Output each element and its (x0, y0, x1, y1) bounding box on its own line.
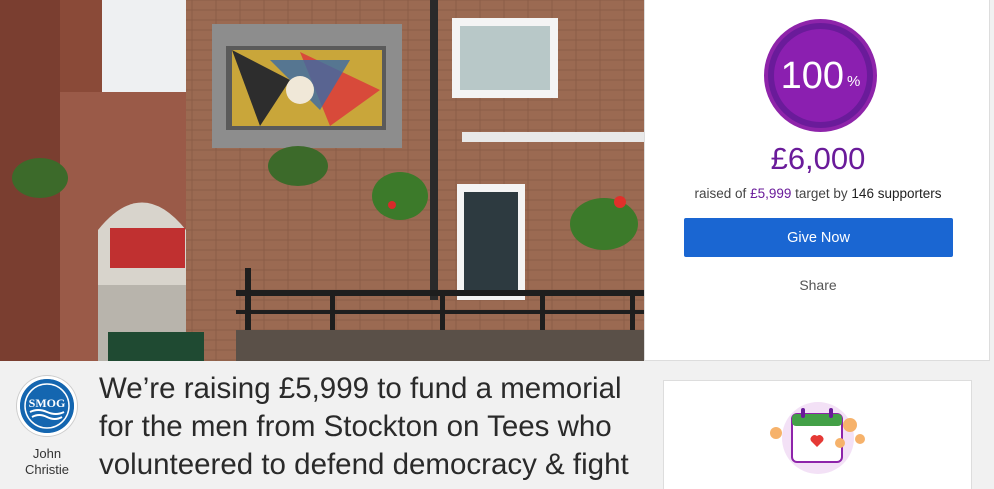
fundraiser-page: 100 % £6,000 raised of £5,999 target by … (0, 0, 994, 489)
target-word: target by (795, 186, 848, 201)
give-now-button[interactable]: Give Now (684, 218, 953, 257)
target-amount: £5,999 (750, 186, 792, 201)
owner-name[interactable]: John Christie (14, 446, 80, 478)
raised-summary: raised of £5,999 target by 146 supporter… (645, 186, 991, 201)
avatar[interactable]: SMOG (17, 376, 77, 436)
fundraiser-owner: SMOG John Christie (14, 376, 80, 478)
owner-first-name: John (32, 446, 62, 461)
progress-percent: 100 % (774, 29, 867, 122)
percent-value: 100 (780, 54, 845, 97)
smog-logo-icon: SMOG (20, 379, 74, 433)
raised-prefix: raised of (694, 186, 747, 201)
progress-ring: 100 % (764, 19, 877, 132)
calendar-heart-icon (770, 402, 865, 474)
side-info-card (663, 380, 972, 489)
title-line-1: We’re raising £5,999 to fund a memorial (99, 372, 622, 405)
building-photo (0, 0, 644, 361)
share-link[interactable]: Share (645, 277, 991, 293)
donation-card: 100 % £6,000 raised of £5,999 target by … (644, 0, 990, 361)
amount-raised: £6,000 (770, 141, 866, 176)
title-line-3: volunteered to defend democracy & fight (99, 448, 629, 481)
percent-sign: % (847, 73, 861, 90)
logo-text: SMOG (29, 396, 66, 410)
supporter-count: 146 supporters (851, 186, 942, 201)
hero-photo (0, 0, 644, 361)
title-line-2: for the men from Stockton on Tees who (99, 410, 612, 443)
page-title: We’re raising £5,999 to fund a memorial … (99, 370, 639, 484)
owner-last-name: Christie (24, 462, 70, 477)
